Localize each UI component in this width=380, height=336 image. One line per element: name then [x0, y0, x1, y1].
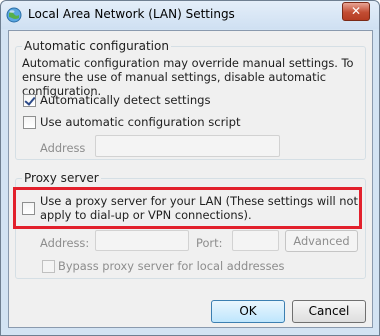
close-icon: ✕ — [350, 4, 362, 18]
network-globe-icon — [6, 7, 22, 23]
bypass-local-label[interactable]: Bypass proxy server for local addresses — [58, 259, 284, 273]
title-bar[interactable]: Local Area Network (LAN) Settings ✕ — [1, 1, 379, 29]
ok-button[interactable]: OK — [211, 300, 285, 323]
auto-script-checkbox[interactable] — [23, 116, 36, 129]
script-address-field[interactable] — [95, 135, 280, 157]
window-title: Local Area Network (LAN) Settings — [28, 7, 235, 21]
bypass-local-checkbox[interactable] — [42, 260, 55, 273]
automatic-configuration-group: Automatic configuration Automatic config… — [15, 39, 366, 160]
close-button[interactable]: ✕ — [342, 2, 370, 21]
proxy-address-label: Address: — [40, 236, 90, 250]
automatic-configuration-description: Automatic configuration may override man… — [22, 56, 354, 98]
proxy-port-field[interactable] — [232, 230, 279, 251]
lan-settings-dialog: Local Area Network (LAN) Settings ✕ Auto… — [0, 0, 380, 336]
proxy-port-label: Port: — [196, 236, 223, 250]
auto-detect-label[interactable]: Automatically detect settings — [40, 93, 211, 107]
dialog-body: Automatic configuration Automatic config… — [8, 30, 373, 328]
advanced-button[interactable]: Advanced — [285, 230, 358, 252]
cancel-button[interactable]: Cancel — [292, 300, 366, 323]
proxy-server-legend: Proxy server — [22, 171, 101, 185]
use-proxy-label[interactable]: Use a proxy server for your LAN (These s… — [40, 194, 358, 222]
use-proxy-checkbox[interactable] — [22, 202, 35, 215]
auto-script-label[interactable]: Use automatic configuration script — [40, 115, 241, 129]
proxy-address-field[interactable] — [95, 230, 189, 251]
automatic-configuration-legend: Automatic configuration — [22, 39, 171, 53]
auto-detect-checkbox[interactable] — [23, 94, 36, 107]
script-address-label: Address — [40, 141, 86, 155]
